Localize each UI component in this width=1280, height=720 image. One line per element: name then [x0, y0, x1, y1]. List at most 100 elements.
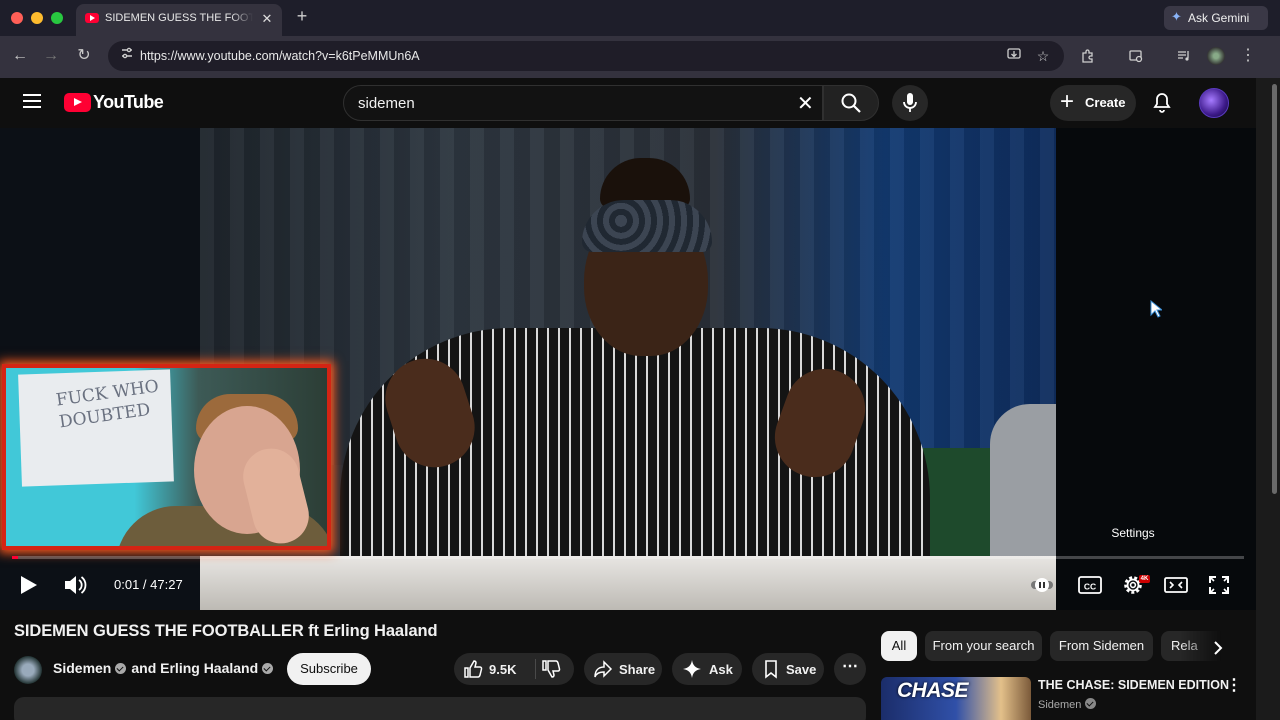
- tab-close-icon[interactable]: ✕: [260, 11, 274, 27]
- ask-gemini-label: Ask Gemini: [1188, 11, 1250, 25]
- save-button[interactable]: Save: [752, 653, 824, 685]
- chip-from-sidemen[interactable]: From Sidemen: [1050, 631, 1153, 661]
- description-box[interactable]: [14, 697, 866, 720]
- verified-badge-icon: [262, 663, 274, 674]
- sparkle-icon: [683, 660, 701, 678]
- share-arrow-icon: [594, 660, 613, 678]
- chip-all[interactable]: All: [881, 631, 917, 661]
- media-controls-icon[interactable]: [1172, 44, 1196, 68]
- gemini-sparkle-icon: ✦: [1171, 9, 1182, 24]
- site-info-icon[interactable]: [116, 45, 138, 67]
- chrome-menu-icon[interactable]: ⋮: [1236, 44, 1260, 68]
- reload-icon[interactable]: ↻: [72, 44, 96, 68]
- youtube-wordmark[interactable]: YouTube: [93, 92, 164, 113]
- fullscreen-icon: [1209, 576, 1229, 594]
- related-filter-chips: All From your search From Sidemen Rela: [881, 631, 1221, 661]
- account-avatar[interactable]: [1199, 88, 1229, 118]
- thumbs-down-icon: [542, 660, 561, 678]
- theater-mode-button[interactable]: [1163, 571, 1189, 599]
- whiteboard: FUCK WHO DOUBTED: [18, 369, 174, 487]
- new-tab-button[interactable]: +: [293, 6, 311, 27]
- verified-badge-icon: [1085, 698, 1097, 709]
- voice-search-button[interactable]: [892, 85, 928, 121]
- like-count: 9.5K: [489, 662, 517, 677]
- browser-tabstrip: SIDEMEN GUESS THE FOOTBALLER ft Erling H…: [0, 0, 1280, 36]
- scrollbar-thumb[interactable]: [1272, 84, 1277, 494]
- chip-from-your-search[interactable]: From your search: [925, 631, 1042, 661]
- ask-button[interactable]: Ask: [672, 653, 742, 685]
- channel-info: Sidemen and Erling Haaland: [53, 660, 278, 676]
- ask-gemini-button[interactable]: ✦ Ask Gemini: [1164, 6, 1268, 30]
- mute-button[interactable]: [62, 571, 88, 599]
- play-icon: [21, 576, 37, 594]
- recommended-video-title[interactable]: THE CHASE: SIDEMEN EDITION: [1038, 678, 1229, 692]
- tab-search-icon[interactable]: [1124, 44, 1148, 68]
- forward-arrow-icon[interactable]: →: [39, 44, 63, 68]
- thumbnail-text: CHASE: [897, 679, 969, 702]
- progress-bar[interactable]: [12, 556, 1244, 559]
- mouse-cursor-icon: [1150, 300, 1162, 318]
- dislike-button[interactable]: [536, 653, 574, 685]
- captions-button[interactable]: CC: [1077, 571, 1103, 599]
- chevron-right-icon[interactable]: [1208, 638, 1228, 658]
- create-button[interactable]: + Create: [1050, 85, 1136, 121]
- recommended-channel-name[interactable]: Sidemen: [1038, 699, 1081, 711]
- video-player[interactable]: FUCK WHO DOUBTED Settings 0:01 / 47:27 C…: [0, 128, 1256, 610]
- more-actions-icon[interactable]: ⋯: [834, 653, 866, 685]
- youtube-masthead: YouTube sidemen ✕ + Create: [0, 78, 1256, 128]
- install-app-icon[interactable]: [1004, 46, 1024, 66]
- search-icon: [841, 93, 861, 113]
- channel-avatar[interactable]: [14, 656, 42, 684]
- tab-title: SIDEMEN GUESS THE FOOTBALLER ft Erling H…: [105, 12, 253, 24]
- recommended-video-channel: Sidemen: [1038, 698, 1101, 711]
- thumbs-up-icon: [464, 660, 483, 678]
- autoplay-toggle-icon: [1031, 578, 1053, 592]
- close-window-button[interactable]: [11, 12, 23, 24]
- youtube-logo-icon[interactable]: [64, 93, 91, 112]
- channel-name[interactable]: Sidemen: [53, 660, 111, 676]
- volume-icon: [65, 576, 87, 594]
- notifications-bell-icon[interactable]: [1150, 91, 1174, 115]
- autoplay-toggle[interactable]: [1030, 575, 1054, 603]
- collaborator-name[interactable]: Erling Haaland: [160, 660, 258, 676]
- like-dislike-group: 9.5K: [454, 653, 574, 685]
- theater-mode-icon: [1164, 577, 1188, 593]
- subscribe-button[interactable]: Subscribe: [287, 653, 371, 685]
- search-input[interactable]: sidemen ✕: [343, 85, 823, 121]
- create-label: Create: [1085, 95, 1126, 110]
- share-button[interactable]: Share: [584, 653, 662, 685]
- url-text: https://www.youtube.com/watch?v=k6tPeMMU…: [140, 49, 420, 63]
- play-button[interactable]: [18, 571, 40, 599]
- save-label: Save: [786, 662, 817, 677]
- address-bar[interactable]: https://www.youtube.com/watch?v=k6tPeMMU…: [108, 41, 1064, 71]
- extensions-puzzle-icon[interactable]: [1076, 44, 1100, 68]
- profile-avatar-icon[interactable]: [1204, 44, 1228, 68]
- quality-badge: 4K: [1139, 575, 1150, 583]
- clear-search-icon[interactable]: ✕: [797, 91, 814, 116]
- maximize-window-button[interactable]: [51, 12, 63, 24]
- svg-text:CC: CC: [1084, 582, 1096, 592]
- plus-icon: +: [1060, 88, 1075, 115]
- facecam-overlay: FUCK WHO DOUBTED: [2, 364, 331, 550]
- bookmark-star-icon[interactable]: ☆: [1033, 46, 1053, 66]
- search-button[interactable]: [823, 85, 879, 121]
- channel-joiner: and: [131, 660, 157, 676]
- back-arrow-icon[interactable]: ←: [8, 44, 32, 68]
- youtube-favicon-icon: [85, 13, 99, 23]
- ask-label: Ask: [709, 662, 733, 677]
- progress-played: [12, 556, 19, 559]
- like-button[interactable]: 9.5K: [454, 653, 535, 685]
- search-query-text: sidemen: [358, 95, 415, 112]
- minimize-window-button[interactable]: [31, 12, 43, 24]
- captions-icon: CC: [1078, 576, 1102, 594]
- guide-menu-icon[interactable]: [23, 94, 41, 108]
- settings-tooltip: Settings: [1111, 526, 1155, 540]
- whiteboard-text: FUCK WHO DOUBTED: [54, 376, 161, 433]
- browser-tab-active[interactable]: SIDEMEN GUESS THE FOOTBALLER ft Erling H…: [76, 4, 282, 36]
- microphone-icon: [903, 93, 917, 112]
- recommended-video-thumbnail[interactable]: CHASE: [881, 677, 1031, 720]
- verified-badge-icon: [115, 663, 127, 674]
- fullscreen-button[interactable]: [1206, 571, 1232, 599]
- recommended-more-icon[interactable]: ⋮: [1226, 678, 1242, 696]
- time-display: 0:01 / 47:27: [114, 577, 183, 592]
